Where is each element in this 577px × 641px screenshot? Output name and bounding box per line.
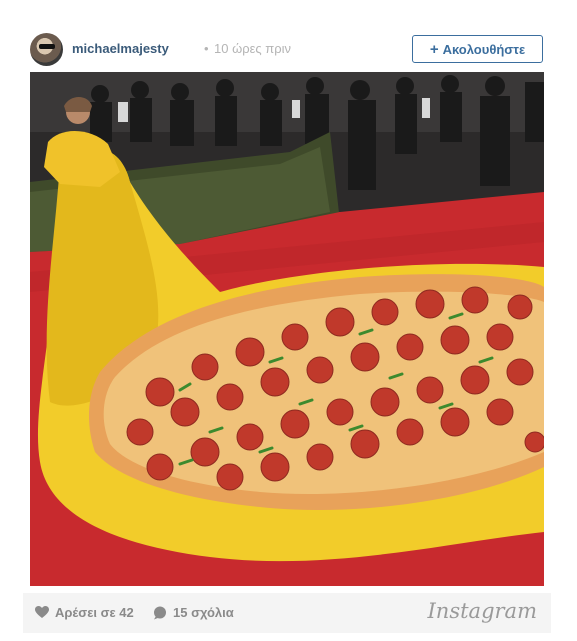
post-header: michaelmajesty • 10 ώρες πριν + Ακολουθή… bbox=[30, 31, 544, 67]
separator-dot: • bbox=[204, 41, 209, 56]
post-photo[interactable] bbox=[30, 72, 544, 586]
like-button[interactable]: Αρέσει σε 42 bbox=[35, 605, 134, 620]
plus-icon: + bbox=[429, 40, 439, 58]
avatar[interactable] bbox=[30, 33, 63, 66]
comments-count: 15 σχόλια bbox=[173, 605, 234, 620]
instagram-embed-card: michaelmajesty • 10 ώρες πριν + Ακολουθή… bbox=[0, 0, 577, 641]
comment-bubble-icon bbox=[154, 606, 166, 619]
instagram-logo[interactable]: Instagram bbox=[428, 599, 537, 623]
comments-button[interactable]: 15 σχόλια bbox=[153, 605, 234, 620]
post-timestamp[interactable]: 10 ώρες πριν bbox=[214, 41, 291, 56]
username-link[interactable]: michaelmajesty bbox=[72, 41, 169, 56]
photo-illustration bbox=[30, 72, 544, 586]
post-footer: Αρέσει σε 42 15 σχόλια Instagram bbox=[23, 593, 551, 633]
follow-button-label: Ακολουθήστε bbox=[442, 41, 526, 57]
heart-icon bbox=[35, 606, 49, 618]
likes-count: Αρέσει σε 42 bbox=[55, 605, 134, 620]
follow-button[interactable]: + Ακολουθήστε bbox=[412, 35, 543, 63]
